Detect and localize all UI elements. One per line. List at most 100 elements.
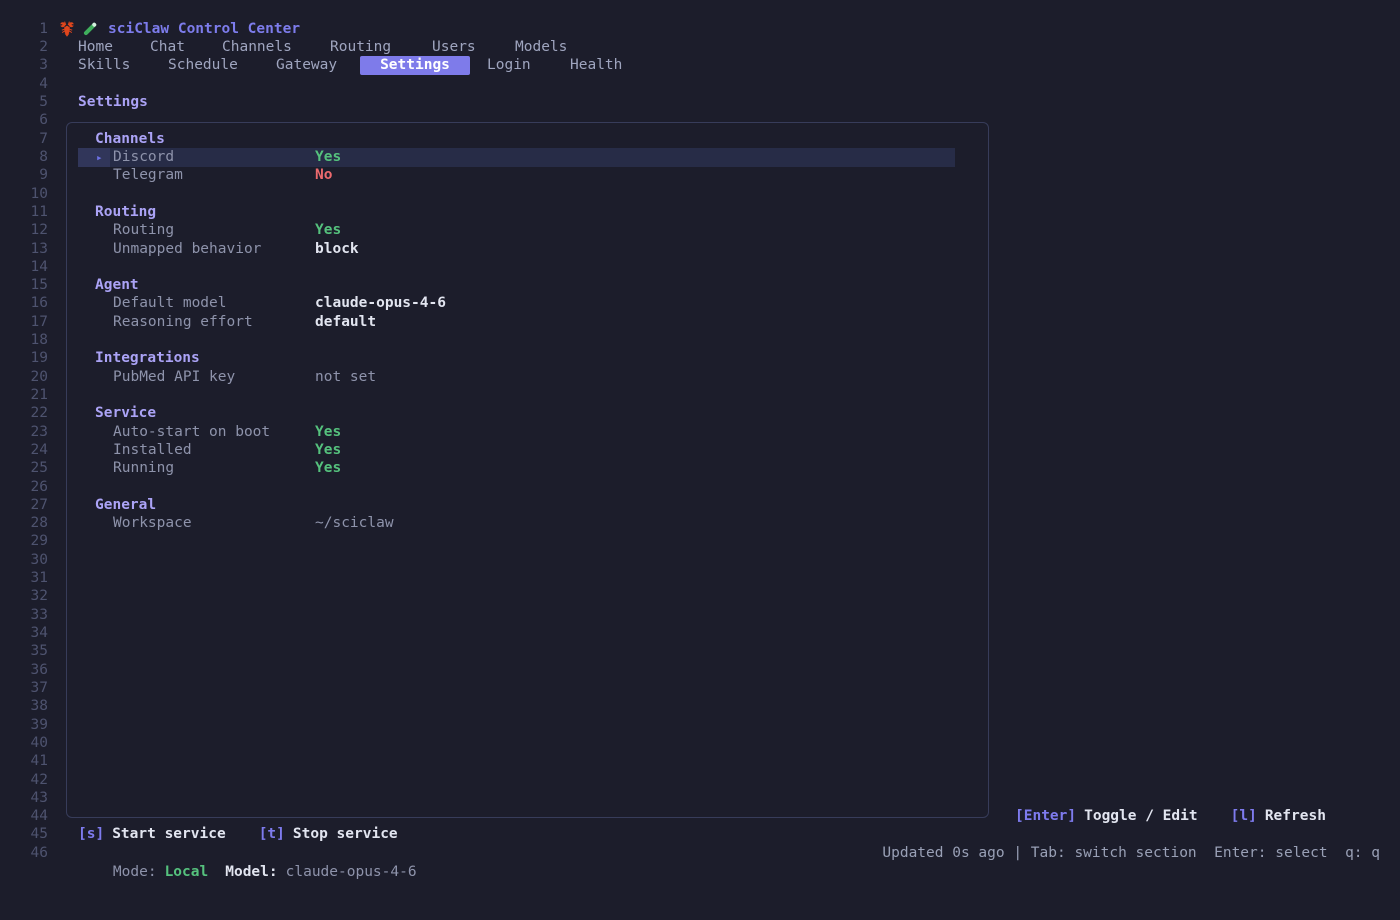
tab-routing[interactable]: Routing <box>330 38 391 57</box>
page-title: Settings <box>0 93 1400 112</box>
section-title-agent: Agent <box>0 276 1400 295</box>
line-number: 44 <box>0 807 48 826</box>
setting-value: block <box>315 240 359 259</box>
line-number: 26 <box>0 478 48 497</box>
statusbar-model-label: Model: <box>225 864 277 880</box>
setting-row-routing[interactable]: Routing Yes <box>0 221 1400 240</box>
setting-label: Routing <box>113 221 174 240</box>
hotkey-label: Refresh <box>1265 808 1326 824</box>
tab-skills[interactable]: Skills <box>78 56 130 75</box>
setting-value: Yes <box>315 423 341 442</box>
setting-label: Unmapped behavior <box>113 240 261 259</box>
tab-schedule[interactable]: Schedule <box>168 56 238 75</box>
tab-chat[interactable]: Chat <box>150 38 185 57</box>
line-number: 6 <box>0 111 48 130</box>
setting-label: Installed <box>113 441 192 460</box>
setting-row-running[interactable]: Running Yes <box>0 459 1400 478</box>
setting-value: claude-opus-4-6 <box>315 294 446 313</box>
setting-row-workspace[interactable]: Workspace ~/sciclaw <box>0 514 1400 533</box>
line-number: 39 <box>0 716 48 735</box>
line-number: 21 <box>0 386 48 405</box>
section-title-text: Agent <box>95 276 139 295</box>
tab-settings[interactable]: Settings <box>360 56 470 75</box>
hotkey-label: Start service <box>112 826 226 842</box>
setting-value: Yes <box>315 221 341 240</box>
tab-login[interactable]: Login <box>487 56 531 75</box>
line-number: 32 <box>0 587 48 606</box>
hotkey-key: [l] <box>1231 808 1257 824</box>
app-title-bar: sciClaw Control Center <box>0 20 1400 39</box>
setting-value: Yes <box>315 459 341 478</box>
setting-row-default-model[interactable]: Default model claude-opus-4-6 <box>0 294 1400 313</box>
setting-value: not set <box>315 368 376 387</box>
setting-row-reasoning-effort[interactable]: Reasoning effortdefault <box>0 313 1400 332</box>
hotkey-label: Toggle / Edit <box>1084 808 1198 824</box>
line-number: 38 <box>0 697 48 716</box>
hotkey-l: [l] Refresh <box>1231 808 1326 824</box>
tab-gateway[interactable]: Gateway <box>276 56 337 75</box>
setting-label: Workspace <box>113 514 192 533</box>
app-title: sciClaw Control Center <box>108 20 300 39</box>
statusbar-model-value: claude-opus-4-6 <box>286 864 417 880</box>
setting-label: Reasoning effort <box>113 313 253 332</box>
service-hotkey-hints: [s] Start service [t]Stop service <box>0 825 1400 844</box>
setting-row-telegram[interactable]: Telegram No <box>0 166 1400 185</box>
setting-row-unmapped-behavior[interactable]: Unmapped behavior block <box>0 240 1400 259</box>
panel-hotkey-hints: [Enter] Toggle / Edit [l] Refresh <box>1015 807 1359 826</box>
tab-home[interactable]: Home <box>78 38 113 57</box>
section-title-service: Service <box>0 404 1400 423</box>
line-number: 18 <box>0 331 48 350</box>
hotkey-key: [t] <box>259 826 285 842</box>
setting-row-pubmed-api-key[interactable]: PubMed API key not set <box>0 368 1400 387</box>
line-number: 35 <box>0 642 48 661</box>
statusbar-info: Updated 0s ago | Tab: switch section Ent… <box>882 844 1380 863</box>
tab-users[interactable]: Users <box>432 38 476 57</box>
line-number: 36 <box>0 661 48 680</box>
selection-arrow-icon: ▸ <box>96 148 103 167</box>
tab-models[interactable]: Models <box>515 38 567 57</box>
line-number: 42 <box>0 771 48 790</box>
section-title-text: Routing <box>95 203 156 222</box>
status-bar: Mode:LocalModel:claude-opus-4-6 Updated … <box>0 844 1400 863</box>
line-number: 30 <box>0 551 48 570</box>
line-number: 41 <box>0 752 48 771</box>
statusbar-mode-label: Mode: <box>113 864 157 880</box>
section-title-channels: Channels <box>0 130 1400 149</box>
selected-row-marker-cell <box>78 148 110 167</box>
setting-value: No <box>315 166 332 185</box>
selected-row-highlight <box>78 148 955 167</box>
hotkey-key: [Enter] <box>1015 808 1076 824</box>
setting-value: ~/sciclaw <box>315 514 394 533</box>
statusbar-mode-value: Local <box>165 864 209 880</box>
section-title-routing: Routing <box>0 203 1400 222</box>
setting-row-installed[interactable]: InstalledYes <box>0 441 1400 460</box>
section-title-text: General <box>95 496 156 515</box>
setting-label: Running <box>113 459 174 478</box>
main-nav-row-1: Home Chat Channels Routing Users Models <box>0 38 1400 57</box>
setting-label: PubMed API key <box>113 368 235 387</box>
section-title-text: Integrations <box>95 349 200 368</box>
setting-label: Discord <box>113 148 174 167</box>
main-nav-row-2: Skills Schedule Gateway Settings Login Health <box>0 56 1400 75</box>
line-number: 14 <box>0 258 48 277</box>
setting-label: Default model <box>113 294 227 313</box>
line-number: 4 <box>0 75 48 94</box>
line-number: 34 <box>0 624 48 643</box>
hotkey-enter: [Enter] Toggle / Edit <box>1015 808 1198 824</box>
section-title-general: General <box>0 496 1400 515</box>
sciclaw-control-center-window: 1234567891011121314151617181920212223242… <box>0 0 1400 900</box>
setting-row-discord[interactable]: ▸ Discord Yes <box>0 148 1400 167</box>
tab-channels[interactable]: Channels <box>222 38 292 57</box>
setting-label: Auto-start on boot <box>113 423 270 442</box>
section-title-text: Service <box>95 404 156 423</box>
line-number: 10 <box>0 185 48 204</box>
line-number: 31 <box>0 569 48 588</box>
setting-value: Yes <box>315 148 341 167</box>
setting-label: Telegram <box>113 166 183 185</box>
hotkey-t: [t]Stop service <box>259 826 398 842</box>
setting-row-auto-start-on-boot[interactable]: Auto-start on boot Yes <box>0 423 1400 442</box>
line-number: 40 <box>0 734 48 753</box>
section-title-text: Channels <box>95 130 165 149</box>
tab-health[interactable]: Health <box>570 56 622 75</box>
hotkey-key: [s] <box>78 826 104 842</box>
